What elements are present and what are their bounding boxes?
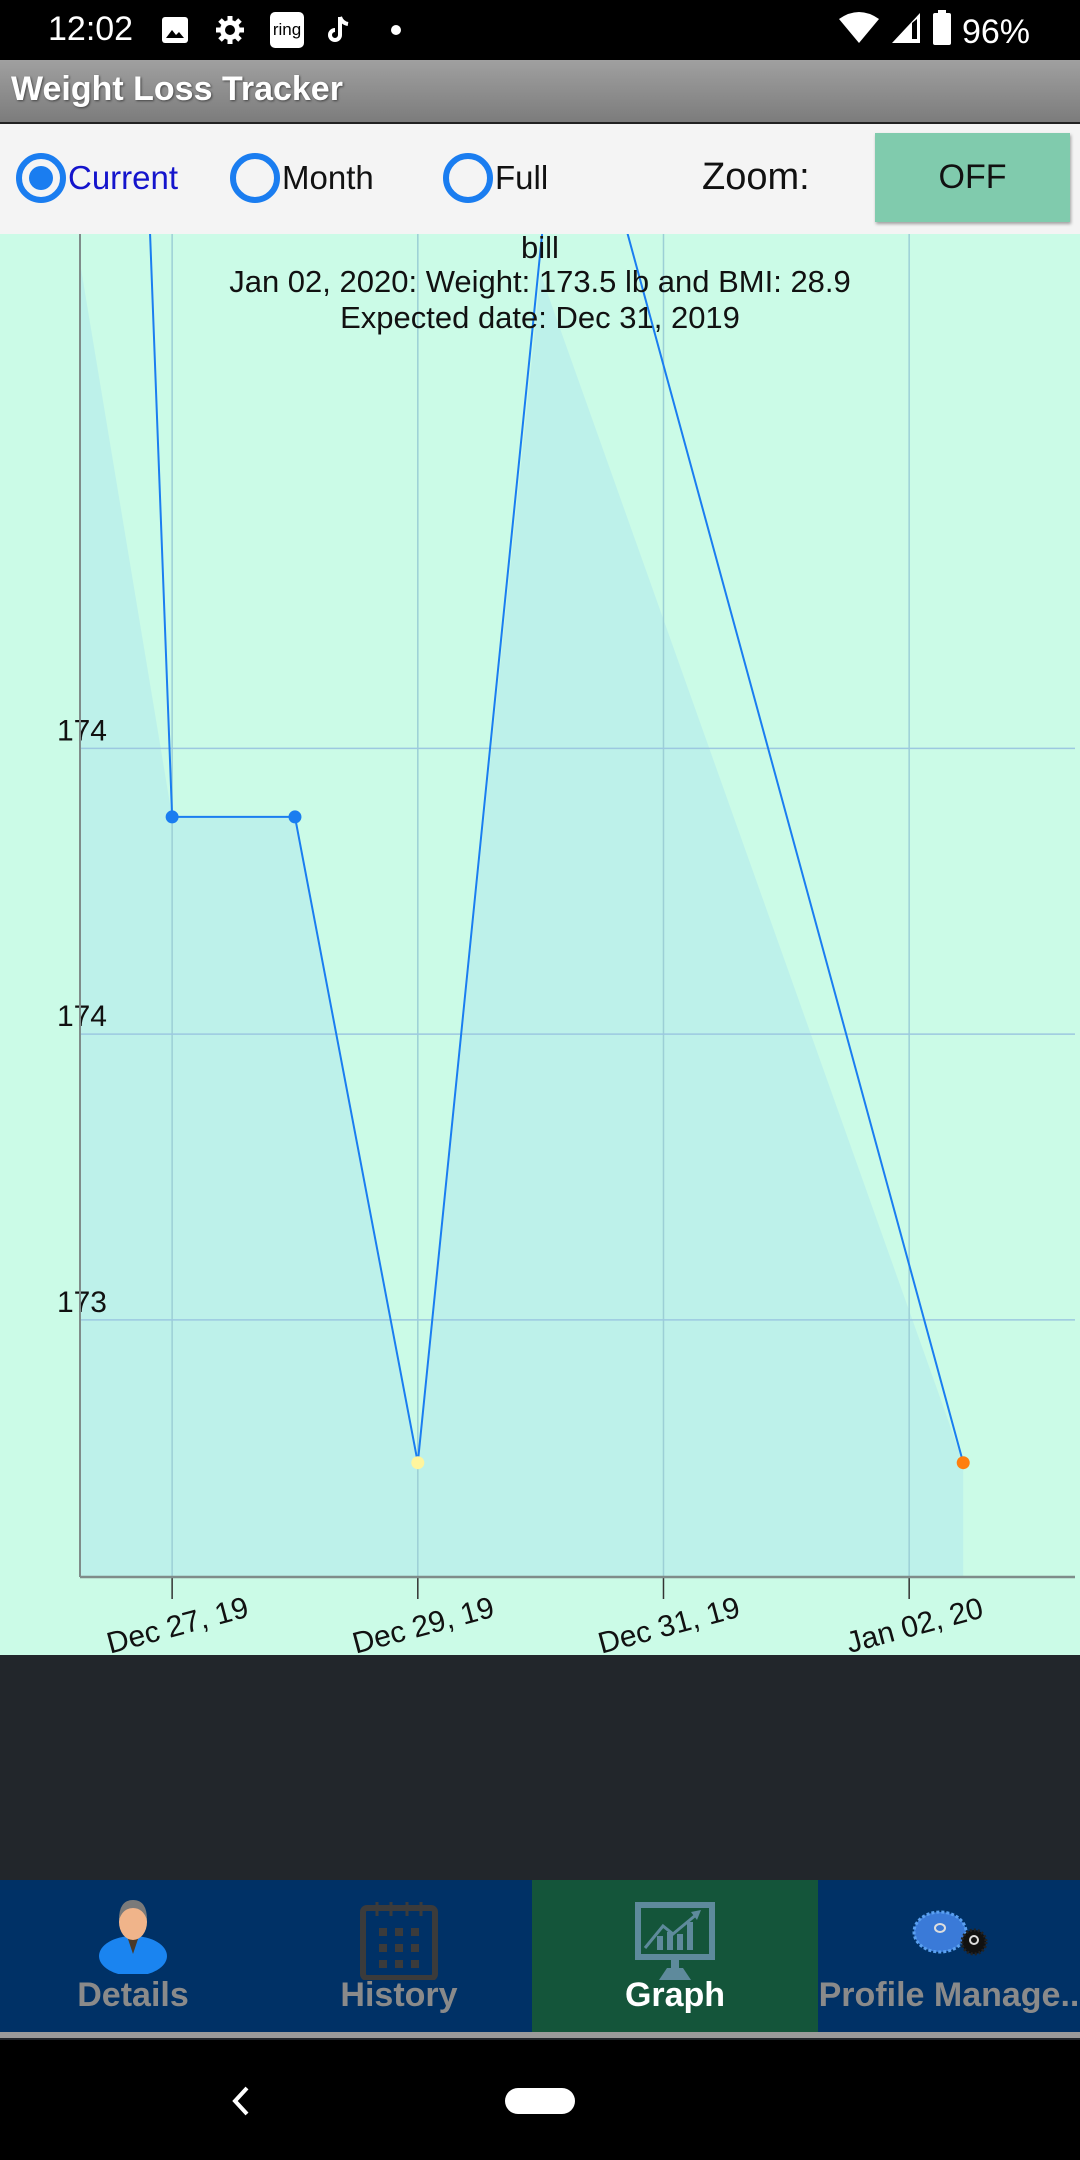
battery-icon: [932, 10, 952, 55]
battery-percent: 96%: [961, 13, 1030, 51]
tab-profile-manager-label: Profile Manage..: [818, 1976, 1080, 2014]
app-title-bar: Weight Loss Tracker: [0, 60, 1080, 124]
ring-app-icon: ring: [270, 12, 304, 48]
x-tick-label: Dec 31, 19: [595, 1591, 744, 1655]
chart-subtitle-weight: Jan 02, 2020: Weight: 173.5 lb and BMI: …: [229, 264, 851, 299]
chart-subtitle-expected: Expected date: Dec 31, 2019: [340, 300, 740, 335]
back-button[interactable]: [225, 2076, 255, 2126]
radio-month[interactable]: Month: [230, 148, 374, 208]
radio-current[interactable]: Current: [16, 148, 178, 208]
app-title: Weight Loss Tracker: [11, 70, 343, 108]
tab-details-label: Details: [77, 1976, 189, 2014]
data-point: [288, 810, 302, 824]
system-navigation-bar: [0, 2040, 1080, 2160]
radio-unchecked-icon[interactable]: [443, 153, 493, 203]
tiktok-icon: [328, 14, 352, 46]
area-fill: [80, 262, 964, 1577]
clock: 12:02: [48, 10, 134, 48]
data-point: [165, 810, 179, 824]
x-tick-label: Jan 02, 20: [843, 1592, 987, 1655]
tab-graph-label: Graph: [624, 1976, 726, 2014]
radio-full[interactable]: Full: [443, 148, 548, 208]
chart-monitor-icon: [633, 1900, 717, 1985]
image-icon: [160, 14, 190, 46]
nav-divider: [0, 2032, 1080, 2038]
tab-graph[interactable]: Graph: [532, 1880, 818, 2038]
data-point: [411, 1456, 425, 1470]
wifi-icon: [838, 11, 880, 54]
tab-details[interactable]: Details: [0, 1880, 266, 2038]
radio-unchecked-icon[interactable]: [230, 153, 280, 203]
radio-full-label: Full: [495, 159, 549, 196]
y-tick-label: 174: [57, 1000, 107, 1033]
notification-dot-icon: [390, 14, 402, 46]
tab-history-label: History: [340, 1976, 458, 2014]
bottom-navigation: Details History Graph Profile Manage..: [0, 1880, 1080, 2038]
radio-month-label: Month: [282, 159, 374, 196]
zoom-label: Zoom:: [702, 156, 810, 198]
zoom-toggle-button[interactable]: OFF: [875, 133, 1070, 222]
tab-history[interactable]: History: [266, 1880, 532, 2038]
weight-chart[interactable]: Dec 27, 19 Dec 29, 19 Dec 31, 19 Jan 02, 20…: [0, 230, 1080, 1655]
graph-controls: Current Month Full Zoom: OFF: [0, 124, 1080, 234]
gears-icon: [904, 1910, 994, 1965]
person-icon: [93, 1894, 173, 1979]
x-tick-label: Dec 27, 19: [103, 1591, 252, 1655]
chart-canvas[interactable]: Dec 27, 19 Dec 29, 19 Dec 31, 19 Jan 02, 20…: [0, 234, 1080, 1655]
x-tick-label: Dec 29, 19: [349, 1591, 498, 1655]
radio-current-label: Current: [68, 159, 179, 196]
chart-title: bill: [521, 230, 559, 265]
radio-checked-icon[interactable]: [16, 153, 66, 203]
y-tick-label: 173: [57, 1286, 107, 1319]
empty-area: [0, 1655, 1080, 1880]
tab-profile-manager[interactable]: Profile Manage..: [818, 1880, 1080, 2038]
home-button[interactable]: [505, 2088, 575, 2114]
cell-signal-icon: [890, 11, 922, 54]
calendar-icon: [359, 1900, 439, 1985]
data-point: [956, 1456, 970, 1470]
settings-gear-icon: [214, 14, 246, 46]
status-bar: 12:02 ring 96%: [0, 0, 1080, 60]
y-tick-label: 174: [57, 714, 107, 747]
